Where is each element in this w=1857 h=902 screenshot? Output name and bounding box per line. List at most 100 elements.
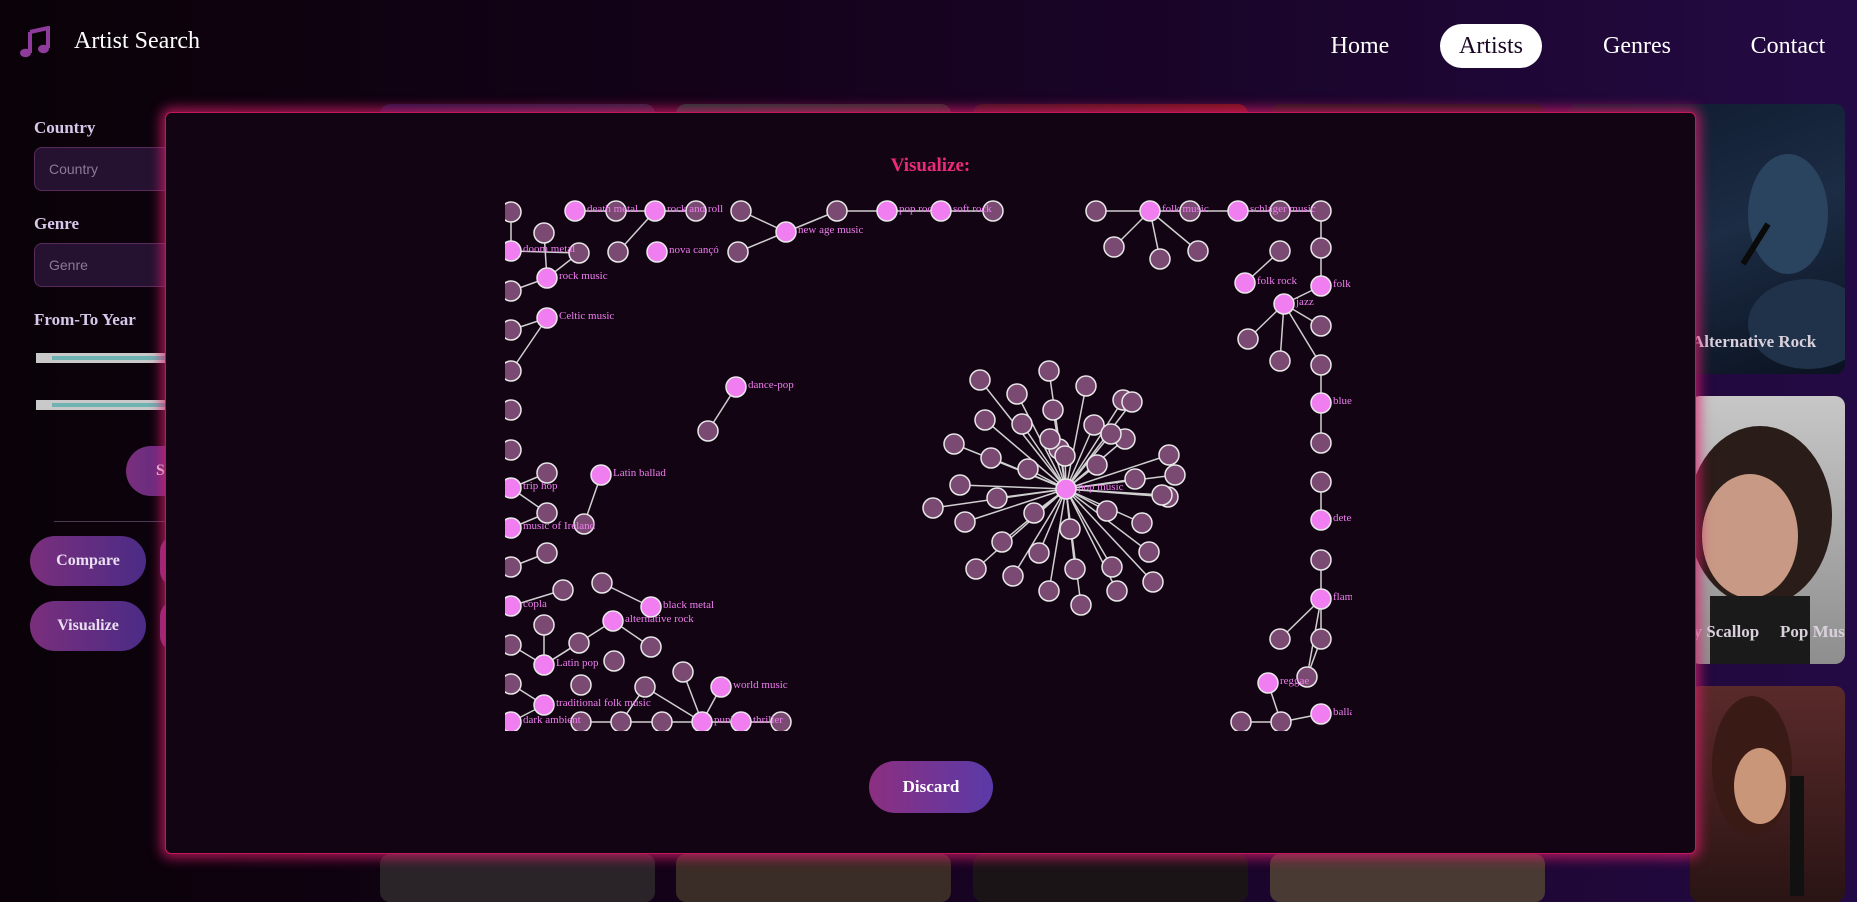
artist-node[interactable] [640, 636, 662, 658]
from-year-slider[interactable] [36, 353, 176, 363]
artist-node[interactable] [1269, 240, 1291, 262]
app-title[interactable]: Artist Search [74, 28, 200, 55]
artist-node[interactable] [1002, 565, 1024, 587]
artist-node[interactable] [1138, 541, 1160, 563]
artist-node[interactable] [568, 632, 590, 654]
compare-button[interactable]: Compare [30, 536, 146, 586]
discard-button[interactable]: Discard [869, 761, 993, 813]
genre-node[interactable] [1310, 509, 1332, 531]
artist-node[interactable] [980, 447, 1002, 469]
artist-node[interactable] [1017, 458, 1039, 480]
artist-node[interactable] [634, 676, 656, 698]
artist-node[interactable] [986, 487, 1008, 509]
genre-network-graph[interactable]: pop music doom metal trip hop music of Irel… [505, 191, 1352, 731]
genre-node[interactable] [725, 376, 747, 398]
genre-node[interactable] [564, 200, 586, 222]
artist-node[interactable] [505, 399, 522, 421]
to-year-slider[interactable] [36, 400, 176, 410]
genre-node[interactable] [876, 200, 898, 222]
artist-node[interactable] [1064, 558, 1086, 580]
artist-node[interactable] [552, 579, 574, 601]
artist-node[interactable] [672, 661, 694, 683]
artist-node[interactable] [969, 369, 991, 391]
genre-node[interactable] [590, 464, 612, 486]
artist-card[interactable]: ry Scallop Pop Music [1690, 396, 1845, 664]
genre-node[interactable] [536, 267, 558, 289]
artist-node[interactable] [1054, 445, 1076, 467]
nav-contact[interactable]: Contact [1730, 24, 1846, 68]
artist-node[interactable] [1103, 236, 1125, 258]
artist-node[interactable] [1310, 471, 1332, 493]
artist-node[interactable] [1038, 580, 1060, 602]
genre-node[interactable] [536, 307, 558, 329]
genre-node[interactable] [1234, 272, 1256, 294]
genre-node[interactable] [691, 711, 713, 731]
artist-node[interactable] [505, 201, 522, 223]
artist-node[interactable] [1310, 354, 1332, 376]
artist-node[interactable] [1039, 428, 1061, 450]
artist-node[interactable] [505, 360, 522, 382]
artist-node[interactable] [965, 558, 987, 580]
artist-node[interactable] [1028, 542, 1050, 564]
artist-node[interactable] [1310, 432, 1332, 454]
artist-node[interactable] [1158, 444, 1180, 466]
artist-node[interactable] [1131, 512, 1153, 534]
genre-node[interactable] [505, 477, 522, 499]
visualize-button[interactable]: Visualize [30, 601, 146, 651]
country-input[interactable]: Country [34, 147, 184, 191]
genre-node[interactable] [775, 221, 797, 243]
artist-node[interactable] [1237, 328, 1259, 350]
artist-node[interactable] [651, 711, 673, 731]
nav-artists[interactable]: Artists [1440, 24, 1542, 68]
genre-node[interactable] [505, 517, 522, 539]
artist-node[interactable] [1100, 423, 1122, 445]
genre-node[interactable] [1310, 275, 1332, 297]
artist-node[interactable] [1121, 391, 1143, 413]
genre-node[interactable] [1310, 392, 1332, 414]
nav-home[interactable]: Home [1302, 24, 1418, 68]
artist-node[interactable] [505, 439, 522, 461]
artist-node[interactable] [570, 674, 592, 696]
genre-node[interactable] [1257, 672, 1279, 694]
artist-node[interactable] [1149, 248, 1171, 270]
artist-node[interactable] [533, 614, 555, 636]
artist-node[interactable] [1086, 454, 1108, 476]
artist-node[interactable] [1269, 628, 1291, 650]
artist-node[interactable] [1042, 399, 1064, 421]
artist-node[interactable] [826, 200, 848, 222]
artist-card[interactable] [973, 854, 1248, 902]
artist-node[interactable] [730, 200, 752, 222]
artist-node[interactable] [1310, 549, 1332, 571]
artist-node[interactable] [1101, 556, 1123, 578]
artist-node[interactable] [1310, 237, 1332, 259]
artist-node[interactable] [1124, 468, 1146, 490]
nav-genres[interactable]: Genres [1584, 24, 1690, 68]
artist-node[interactable] [697, 420, 719, 442]
genre-node[interactable] [644, 200, 666, 222]
artist-card[interactable] [1690, 686, 1845, 902]
artist-card[interactable] [1270, 854, 1545, 902]
artist-node[interactable] [505, 280, 522, 302]
genre-node[interactable] [1055, 478, 1077, 500]
genre-node[interactable] [710, 676, 732, 698]
artist-node[interactable] [505, 319, 522, 341]
artist-node[interactable] [1187, 240, 1209, 262]
genre-node[interactable] [1227, 200, 1249, 222]
artist-node[interactable] [943, 433, 965, 455]
artist-node[interactable] [1006, 383, 1028, 405]
artist-card[interactable] [380, 854, 655, 902]
artist-node[interactable] [1269, 350, 1291, 372]
artist-node[interactable] [610, 711, 632, 731]
artist-node[interactable] [536, 542, 558, 564]
artist-node[interactable] [1310, 315, 1332, 337]
artist-node[interactable] [1085, 200, 1107, 222]
artist-node[interactable] [727, 241, 749, 263]
artist-node[interactable] [954, 511, 976, 533]
artist-node[interactable] [1038, 360, 1060, 382]
artist-node[interactable] [1059, 518, 1081, 540]
genre-node[interactable] [505, 240, 522, 262]
artist-node[interactable] [1310, 628, 1332, 650]
artist-node[interactable] [607, 241, 629, 263]
artist-card[interactable] [676, 854, 951, 902]
genre-node[interactable] [505, 711, 522, 731]
